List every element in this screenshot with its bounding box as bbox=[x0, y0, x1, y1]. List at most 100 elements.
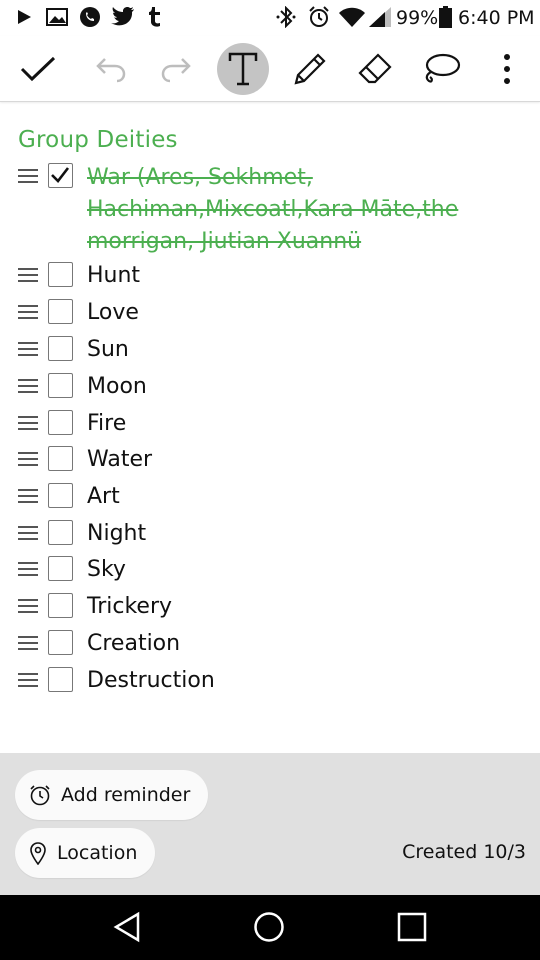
location-pin-icon bbox=[30, 842, 46, 865]
checkbox[interactable] bbox=[48, 446, 73, 471]
checkbox[interactable] bbox=[48, 593, 73, 618]
checkbox[interactable] bbox=[48, 667, 73, 692]
list-item: War (Ares, Sekhmet, Hachiman,Mixcoatl,Ka… bbox=[0, 163, 540, 263]
drag-handle-icon[interactable] bbox=[18, 379, 38, 395]
status-bar: 99% 6:40 PM bbox=[0, 0, 540, 36]
eraser-tool-button[interactable] bbox=[349, 43, 401, 95]
list-item: Water bbox=[0, 446, 540, 482]
pen-tool-button[interactable] bbox=[284, 43, 336, 95]
item-label[interactable]: Destruction bbox=[87, 665, 215, 697]
checkbox[interactable] bbox=[48, 373, 73, 398]
pencil-icon bbox=[294, 53, 326, 85]
item-label[interactable]: Moon bbox=[87, 371, 147, 403]
list-item: Sky bbox=[0, 556, 540, 592]
drag-handle-icon[interactable] bbox=[18, 452, 38, 468]
list-item: Sun bbox=[0, 336, 540, 372]
checkbox[interactable] bbox=[48, 556, 73, 581]
redo-button[interactable] bbox=[150, 43, 202, 95]
recents-icon bbox=[397, 912, 427, 942]
drag-handle-icon[interactable] bbox=[18, 526, 38, 542]
drag-handle-icon[interactable] bbox=[18, 636, 38, 652]
checkbox[interactable] bbox=[48, 410, 73, 435]
wifi-icon bbox=[338, 6, 366, 28]
item-label[interactable]: Trickery bbox=[87, 591, 172, 623]
back-icon bbox=[113, 911, 140, 943]
more-icon bbox=[504, 54, 510, 84]
note-content: Group Deities War (Ares, Sekhmet, Hachim… bbox=[0, 103, 540, 753]
item-label[interactable]: Water bbox=[87, 444, 152, 476]
add-reminder-button[interactable]: Add reminder bbox=[15, 770, 209, 820]
alarm-icon bbox=[307, 6, 331, 28]
list-item: Trickery bbox=[0, 593, 540, 629]
checkbox[interactable] bbox=[48, 262, 73, 287]
item-label[interactable]: Sun bbox=[87, 334, 129, 366]
checkbox[interactable] bbox=[48, 336, 73, 361]
note-footer: Add reminder Location Created 10/3 bbox=[0, 753, 540, 895]
checkbox[interactable] bbox=[48, 630, 73, 655]
battery-icon bbox=[437, 6, 453, 28]
nav-recents-button[interactable] bbox=[390, 907, 434, 947]
battery-percent: 99% bbox=[396, 7, 439, 29]
drag-handle-icon[interactable] bbox=[18, 416, 38, 432]
tumblr-icon bbox=[146, 6, 164, 28]
list-item: Art bbox=[0, 483, 540, 519]
checkbox[interactable] bbox=[48, 299, 73, 324]
more-options-button[interactable] bbox=[481, 43, 533, 95]
cell-signal-icon bbox=[369, 6, 391, 28]
list-item: Hunt bbox=[0, 262, 540, 298]
checkmark-icon bbox=[51, 167, 70, 183]
list-item: Destruction bbox=[0, 667, 540, 703]
checkbox[interactable] bbox=[48, 163, 73, 188]
item-label[interactable]: Fire bbox=[87, 408, 126, 440]
location-button[interactable]: Location bbox=[15, 828, 156, 878]
redo-icon bbox=[161, 58, 191, 83]
item-label[interactable]: Love bbox=[87, 297, 139, 329]
drag-handle-icon[interactable] bbox=[18, 489, 38, 505]
drag-handle-icon[interactable] bbox=[18, 305, 38, 321]
clock: 6:40 PM bbox=[458, 7, 535, 29]
drag-handle-icon[interactable] bbox=[18, 562, 38, 578]
phone-icon bbox=[78, 6, 102, 28]
undo-icon bbox=[96, 58, 126, 83]
drag-handle-icon[interactable] bbox=[18, 599, 38, 615]
list-item: Night bbox=[0, 520, 540, 556]
drag-handle-icon[interactable] bbox=[18, 342, 38, 358]
lasso-tool-button[interactable] bbox=[415, 43, 467, 95]
list-item: Creation bbox=[0, 630, 540, 666]
twitter-icon bbox=[111, 6, 135, 28]
item-label[interactable]: Art bbox=[87, 481, 120, 513]
item-label[interactable]: Night bbox=[87, 518, 146, 550]
item-label[interactable]: Hunt bbox=[87, 260, 140, 292]
group-title[interactable]: Group Deities bbox=[18, 127, 178, 153]
done-button[interactable] bbox=[12, 43, 64, 95]
play-store-icon bbox=[14, 6, 34, 28]
text-icon bbox=[228, 52, 258, 86]
drag-handle-icon[interactable] bbox=[18, 169, 38, 185]
drag-handle-icon[interactable] bbox=[18, 673, 38, 689]
item-label[interactable]: Sky bbox=[87, 554, 126, 586]
system-nav-bar bbox=[0, 895, 540, 960]
note-toolbar bbox=[0, 36, 540, 102]
nav-home-button[interactable] bbox=[247, 907, 291, 947]
add-reminder-label: Add reminder bbox=[61, 784, 191, 806]
home-icon bbox=[254, 912, 284, 942]
lasso-icon bbox=[425, 53, 461, 83]
bluetooth-icon bbox=[275, 6, 297, 28]
text-tool-button[interactable] bbox=[217, 43, 269, 95]
checkbox[interactable] bbox=[48, 520, 73, 545]
location-label: Location bbox=[57, 842, 138, 864]
created-date: Created 10/3 bbox=[402, 841, 526, 863]
list-item: Moon bbox=[0, 373, 540, 409]
undo-button[interactable] bbox=[85, 43, 137, 95]
drag-handle-icon[interactable] bbox=[18, 268, 38, 284]
item-label[interactable]: Creation bbox=[87, 628, 180, 660]
check-icon bbox=[20, 56, 56, 82]
eraser-icon bbox=[358, 53, 392, 84]
item-label[interactable]: War (Ares, Sekhmet, Hachiman,Mixcoatl,Ka… bbox=[87, 162, 487, 258]
list-item: Fire bbox=[0, 410, 540, 446]
gallery-icon bbox=[46, 6, 68, 28]
nav-back-button[interactable] bbox=[105, 907, 149, 947]
list-item: Love bbox=[0, 299, 540, 335]
alarm-clock-icon bbox=[30, 785, 50, 806]
checkbox[interactable] bbox=[48, 483, 73, 508]
